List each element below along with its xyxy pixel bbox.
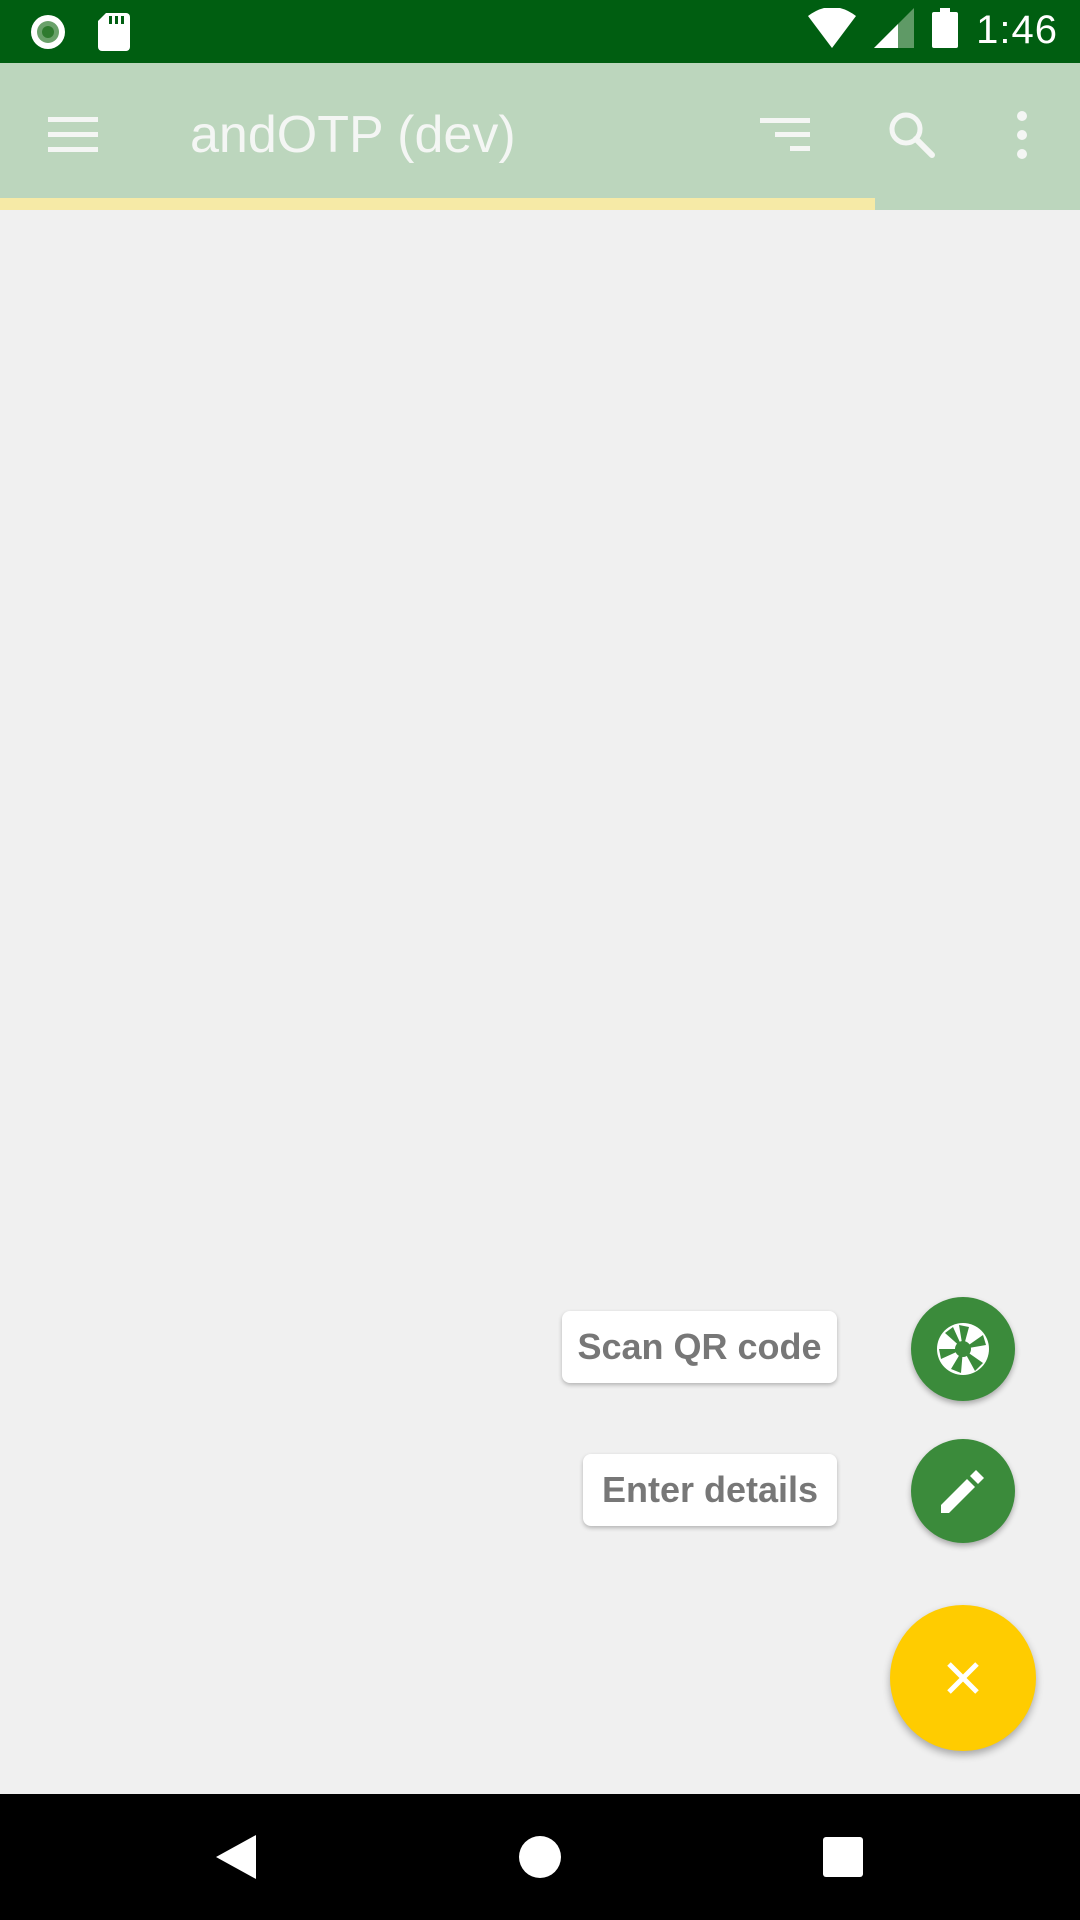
navigation-bar: [0, 1794, 1080, 1920]
more-options-button[interactable]: [1010, 110, 1034, 160]
enter-details-label[interactable]: Enter details: [583, 1454, 837, 1526]
close-fab-button[interactable]: [890, 1605, 1036, 1751]
status-bar: 1:46: [0, 0, 1080, 63]
recents-button[interactable]: [810, 1824, 876, 1890]
sd-card-icon: [98, 13, 130, 56]
more-vert-icon: [1017, 111, 1027, 159]
sort-button[interactable]: [760, 115, 810, 155]
scan-qr-button[interactable]: [911, 1297, 1015, 1401]
timer-progress-bar: [0, 198, 1080, 210]
app-bar: andOTP (dev): [0, 63, 1080, 210]
back-button[interactable]: [203, 1824, 269, 1890]
recents-icon: [823, 1837, 863, 1877]
home-button[interactable]: [507, 1824, 573, 1890]
status-bar-right: 1:46: [808, 7, 1058, 53]
home-icon: [519, 1836, 561, 1878]
pencil-icon: [941, 1470, 984, 1513]
back-icon: [216, 1835, 256, 1879]
signal-icon: [874, 8, 915, 53]
timer-progress-fill: [0, 198, 875, 210]
battery-icon: [932, 8, 959, 53]
menu-button[interactable]: [48, 115, 98, 155]
wifi-icon: [808, 7, 857, 53]
search-button[interactable]: [887, 110, 935, 158]
status-time: 1:46: [976, 8, 1058, 52]
status-bar-left: [28, 12, 130, 57]
sort-icon: [760, 118, 810, 151]
menu-icon: [48, 117, 98, 152]
app-title: andOTP (dev): [190, 106, 516, 164]
close-icon: [947, 1662, 979, 1694]
scan-qr-label[interactable]: Scan QR code: [562, 1311, 837, 1383]
scan-qr-label-text: Scan QR code: [577, 1326, 822, 1367]
enter-details-label-text: Enter details: [601, 1469, 819, 1510]
aperture-icon: [937, 1323, 989, 1375]
record-icon: [28, 12, 68, 57]
enter-details-button[interactable]: [911, 1439, 1015, 1543]
search-icon: [889, 112, 935, 158]
account-list: [0, 210, 1080, 1794]
